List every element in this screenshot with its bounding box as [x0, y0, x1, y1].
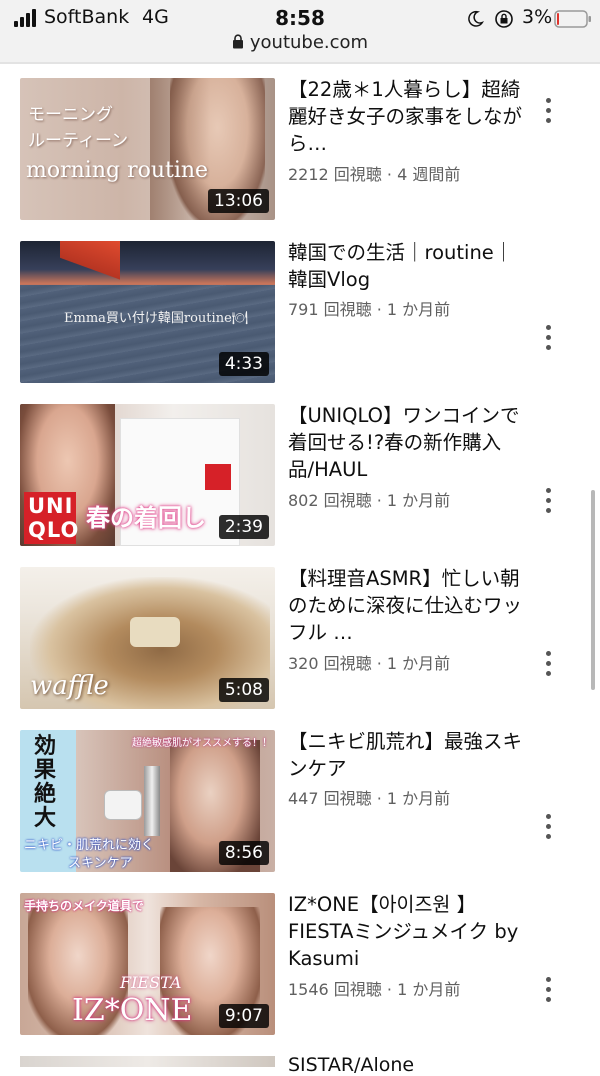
video-meta: 791 回視聴 · 1 か月前	[288, 300, 451, 319]
video-title[interactable]: 韓国での生活｜routine｜韓国Vlog	[288, 239, 523, 293]
more-options-icon[interactable]	[540, 486, 558, 516]
video-item[interactable]: 手持ちのメイク道具で FIESTA IZ*ONE 9:07 IZ*ONE【아이즈…	[0, 879, 600, 1042]
video-thumbnail[interactable]: 効果絶大 超絶敏感肌がオススメする！！ ニキビ・肌荒れに効く スキンケア 8:5…	[20, 730, 275, 872]
video-title[interactable]: 【22歳＊1人暮らし】超綺麗好き女子の家事をしながら…	[288, 76, 523, 157]
lock-icon	[232, 34, 243, 49]
more-options-icon[interactable]	[540, 649, 558, 679]
thumbnail-text: Emma買い付け韓国routine🍽	[64, 311, 249, 326]
thumbnail-text: waffle	[30, 671, 109, 701]
scrollbar[interactable]	[591, 490, 595, 690]
video-duration: 9:07	[218, 1004, 269, 1028]
video-thumbnail[interactable]: 手持ちのメイク道具で FIESTA IZ*ONE 9:07	[20, 893, 275, 1035]
thumbnail-text: スキンケア	[68, 856, 133, 871]
thumbnail-text: FIESTA	[120, 973, 182, 992]
video-item[interactable]: Emma買い付け韓国routine🍽 4:33 韓国での生活｜routine｜韓…	[0, 227, 600, 390]
video-meta: 320 回視聴 · 1 か月前	[288, 654, 451, 673]
thumbnail-text: モーニング	[28, 105, 113, 125]
video-duration: 4:33	[218, 352, 269, 376]
rotation-lock-icon	[495, 10, 513, 28]
address-url: youtube.com	[249, 32, 369, 53]
more-options-icon[interactable]	[540, 96, 558, 126]
battery-percent: 3%	[522, 6, 553, 28]
video-thumbnail[interactable]: UNI QLO 春の着回し 2:39	[20, 404, 275, 546]
moon-icon	[468, 10, 484, 27]
address-bar[interactable]: youtube.com	[0, 32, 600, 58]
thumbnail-text: 手持ちのメイク道具で	[24, 899, 144, 913]
more-options-icon[interactable]	[540, 323, 558, 353]
video-meta: 2212 回視聴 · 4 週間前	[288, 165, 461, 184]
video-title[interactable]: 【ニキビ肌荒れ】最強スキンケア	[288, 728, 523, 782]
partial-video-thumbnail[interactable]	[20, 1056, 275, 1067]
video-item[interactable]: UNI QLO 春の着回し 2:39 【UNIQLO】ワンコインで着回せる!?春…	[0, 390, 600, 553]
video-title[interactable]: IZ*ONE【아이즈원 】FIESTAミンジュメイク by Kasumi	[288, 891, 523, 972]
video-meta: 1546 回視聴 · 1 か月前	[288, 980, 461, 999]
thumbnail-text: 超絶敏感肌がオススメする！！	[132, 738, 272, 749]
more-options-icon[interactable]	[540, 812, 558, 842]
video-duration: 8:56	[218, 841, 269, 865]
video-item[interactable]: waffle 5:08 【料理音ASMR】忙しい朝のために深夜に仕込むワッフル …	[0, 553, 600, 716]
video-duration: 13:06	[208, 189, 269, 213]
thumbnail-text: IZ*ONE	[72, 993, 193, 1028]
video-title[interactable]: 【UNIQLO】ワンコインで着回せる!?春の新作購入品/HAUL	[288, 402, 523, 483]
thumbnail-text: 効果絶大	[34, 733, 57, 831]
thumbnail-text: QLO	[28, 518, 80, 542]
browser-status-bar: SoftBank 4G 8:58 3% youtube.com	[0, 0, 600, 64]
thumbnail-text: 春の着回し	[86, 504, 206, 532]
thumbnail-text: UNI	[28, 494, 74, 518]
battery-icon	[554, 10, 591, 28]
video-title[interactable]: SISTAR/Alone	[288, 1054, 414, 1076]
video-item[interactable]: 効果絶大 超絶敏感肌がオススメする！！ ニキビ・肌荒れに効く スキンケア 8:5…	[0, 716, 600, 879]
video-duration: 2:39	[218, 515, 269, 539]
video-duration: 5:08	[218, 678, 269, 702]
more-options-icon[interactable]	[540, 975, 558, 1005]
thumbnail-text: ニキビ・肌荒れに効く	[24, 838, 155, 853]
video-title[interactable]: 【料理音ASMR】忙しい朝のために深夜に仕込むワッフル …	[288, 565, 523, 646]
video-meta: 802 回視聴 · 1 か月前	[288, 491, 451, 510]
thumbnail-text: morning routine	[26, 158, 209, 183]
thumbnail-text: ルーティーン	[28, 131, 129, 151]
video-meta: 447 回視聴 · 1 か月前	[288, 789, 451, 808]
video-thumbnail[interactable]: waffle 5:08	[20, 567, 275, 709]
video-item[interactable]: モーニング ルーティーン morning routine 13:06 【22歳＊…	[0, 64, 600, 227]
video-thumbnail[interactable]: モーニング ルーティーン morning routine 13:06	[20, 78, 275, 220]
video-thumbnail[interactable]: Emma買い付け韓国routine🍽 4:33	[20, 241, 275, 383]
